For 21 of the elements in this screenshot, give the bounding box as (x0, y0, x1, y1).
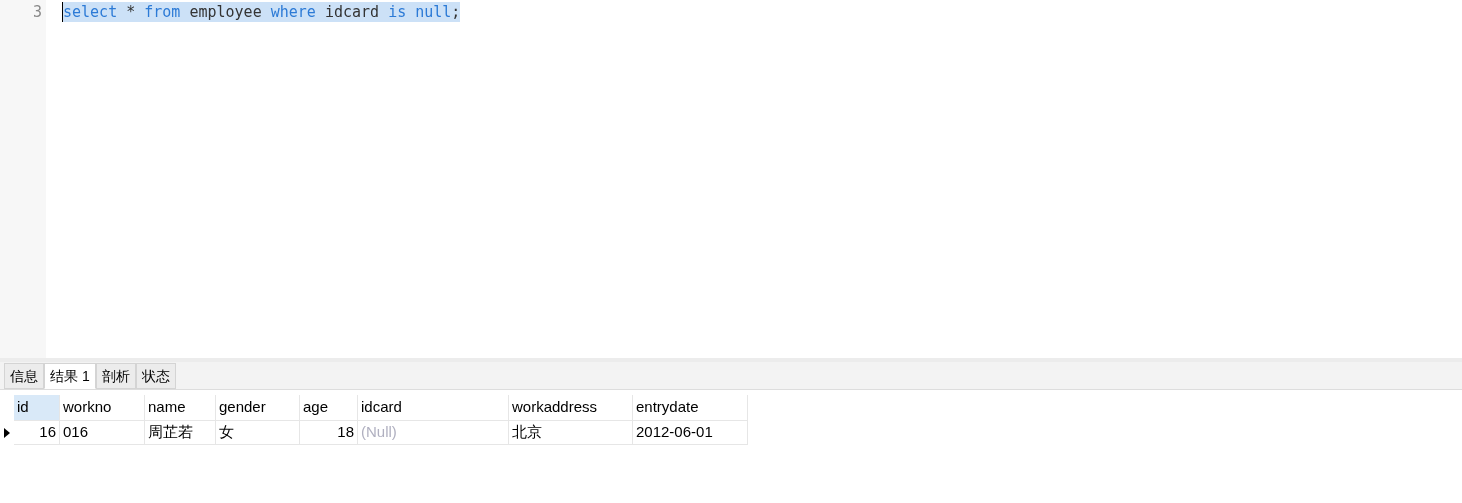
table-cell: 北京 (509, 421, 633, 445)
result-tab[interactable]: 状态 (135, 363, 176, 389)
column-header[interactable]: workno (60, 395, 145, 421)
table-cell: 女 (216, 421, 300, 445)
table-cell: 2012-06-01 (633, 421, 748, 445)
table-cell: 18 (300, 421, 358, 445)
column-header[interactable]: idcard (358, 395, 509, 421)
result-tab[interactable]: 结果 1 (44, 363, 96, 389)
column-header[interactable]: workaddress (509, 395, 633, 421)
table-cell: 016 (60, 421, 145, 445)
column-header[interactable]: entrydate (633, 395, 748, 421)
table-cell: 周芷若 (145, 421, 216, 445)
table-cell: 16 (14, 421, 60, 445)
column-header[interactable]: name (145, 395, 216, 421)
column-header[interactable]: id (14, 395, 60, 421)
table-cell: (Null) (358, 421, 509, 445)
column-header[interactable]: gender (216, 395, 300, 421)
column-header[interactable]: age (300, 395, 358, 421)
line-number: 3 (31, 2, 43, 22)
result-tab[interactable]: 信息 (4, 363, 44, 389)
result-tab[interactable]: 剖析 (95, 363, 136, 389)
